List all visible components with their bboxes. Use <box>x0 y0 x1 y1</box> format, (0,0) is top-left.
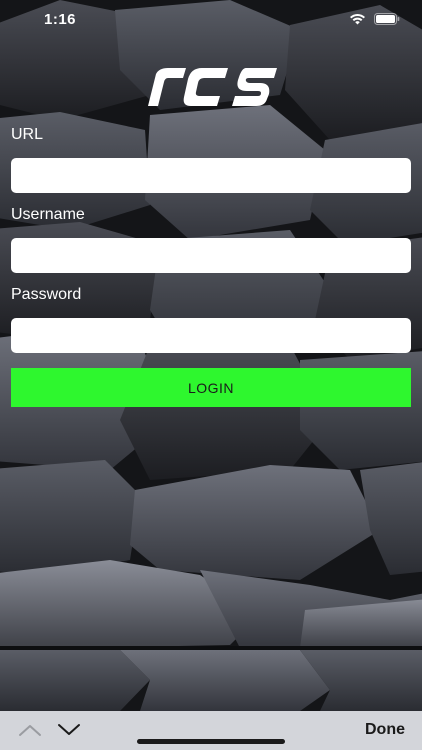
battery-icon <box>374 12 400 30</box>
username-label: Username <box>11 206 85 223</box>
login-button[interactable]: LOGIN <box>11 368 411 407</box>
url-input[interactable] <box>11 158 411 193</box>
status-icons <box>349 12 400 30</box>
rcs-logo <box>148 68 277 106</box>
chevron-down-icon[interactable] <box>56 719 82 741</box>
home-indicator <box>137 739 285 744</box>
wifi-icon <box>349 12 366 30</box>
status-bar: 1:16 <box>0 0 422 30</box>
url-label: URL <box>11 126 44 143</box>
chevron-up-icon[interactable] <box>17 719 43 741</box>
status-time: 1:16 <box>44 11 77 28</box>
done-button[interactable]: Done <box>365 721 405 739</box>
password-label: Password <box>11 286 82 303</box>
password-input[interactable] <box>11 318 411 353</box>
login-screen: 1:16 URL Username Password LOGIN Done <box>0 0 422 750</box>
keyboard-toolbar: Done <box>0 711 422 750</box>
username-input[interactable] <box>11 238 411 273</box>
